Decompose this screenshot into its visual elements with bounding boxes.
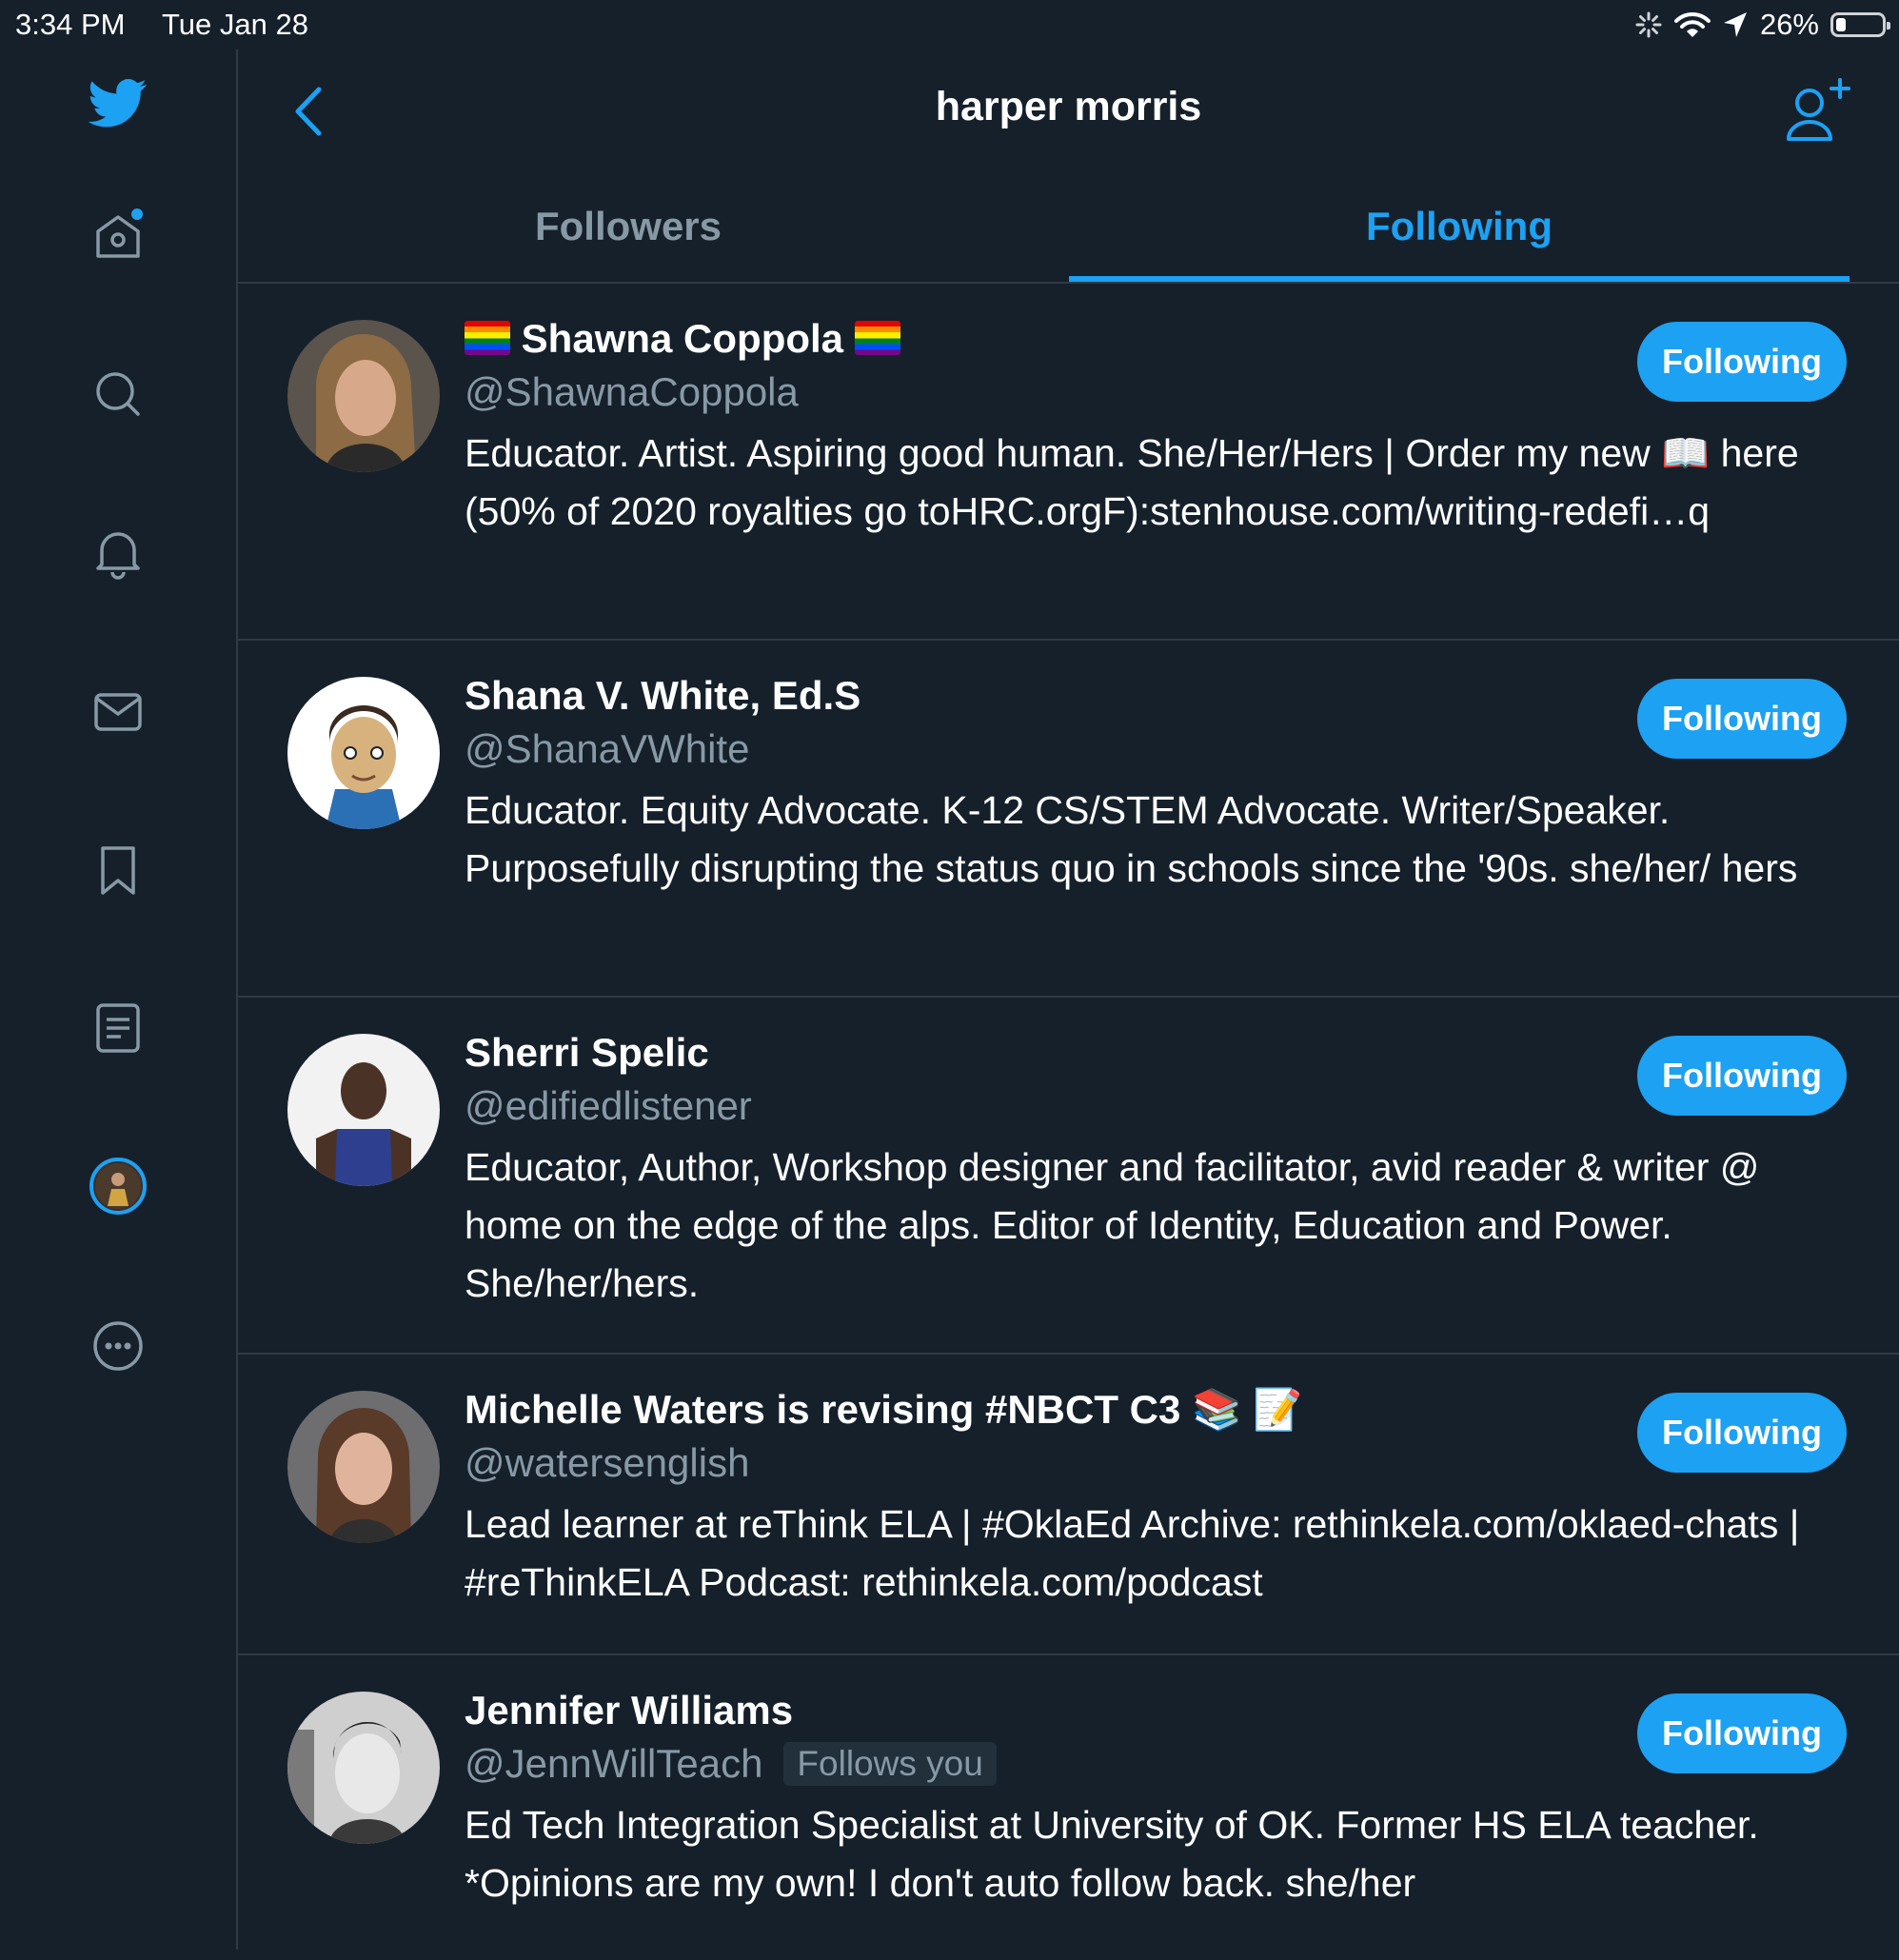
following-list: Shawna Coppola @ShawnaCoppola Educator. …	[238, 284, 1899, 1960]
loading-icon	[1635, 11, 1662, 38]
avatar[interactable]	[287, 1692, 440, 1844]
avatar[interactable]	[287, 1034, 440, 1186]
active-tab-indicator	[1069, 276, 1850, 282]
status-indicators: 26%	[1634, 6, 1890, 44]
add-user-icon[interactable]	[1779, 76, 1855, 152]
following-button[interactable]: Following	[1637, 1693, 1847, 1773]
avatar[interactable]	[287, 677, 440, 829]
messages-icon[interactable]	[84, 678, 152, 746]
user-handle: @ShanaVWhite	[465, 726, 750, 771]
user-handle: @edifiedlistener	[465, 1083, 752, 1128]
list-item[interactable]: Jennifer Williams @JennWillTeach Follows …	[238, 1655, 1899, 1960]
user-bio: Educator. Artist. Aspiring good human. S…	[465, 431, 1799, 533]
tab-following[interactable]: Following	[1069, 171, 1850, 282]
user-name: Jennifer Williams	[465, 1688, 794, 1732]
user-bio: Ed Tech Integration Specialist at Univer…	[465, 1803, 1759, 1905]
user-bio: Educator, Author, Workshop designer and …	[465, 1145, 1760, 1305]
list-item[interactable]: Shawna Coppola @ShawnaCoppola Educator. …	[238, 284, 1899, 641]
user-name: Shawna Coppola	[465, 316, 900, 362]
follows-you-badge: Follows you	[783, 1741, 997, 1786]
avatar[interactable]	[287, 1391, 440, 1543]
tab-bar: Followers Following	[238, 171, 1899, 284]
user-handle-text: @JennWillTeach	[465, 1741, 763, 1786]
profile-avatar[interactable]	[84, 1152, 152, 1220]
sidebar-nav	[0, 49, 238, 1950]
lists-icon[interactable]	[84, 994, 152, 1062]
user-handle: @JennWillTeach Follows you	[465, 1741, 997, 1789]
user-bio: Lead learner at reThink ELA | #OklaEd Ar…	[465, 1502, 1800, 1604]
following-button[interactable]: Following	[1637, 1393, 1847, 1473]
wifi-icon	[1673, 11, 1711, 37]
status-time: 3:34 PM	[15, 8, 126, 41]
search-icon[interactable]	[84, 360, 152, 428]
more-icon[interactable]	[84, 1312, 152, 1380]
home-icon[interactable]	[84, 200, 152, 268]
user-bio: Educator. Equity Advocate. K-12 CS/STEM …	[465, 788, 1798, 890]
user-handle: @ShawnaCoppola	[465, 369, 799, 414]
following-button[interactable]: Following	[1637, 679, 1847, 759]
user-name: Michelle Waters is revising #NBCT C3 📚 📝	[465, 1387, 1303, 1432]
following-button[interactable]: Following	[1637, 1036, 1847, 1116]
list-item[interactable]: Shana V. White, Ed.S @ShanaVWhite Educat…	[238, 641, 1899, 998]
user-name: Sherri Spelic	[465, 1030, 709, 1075]
status-bar: 3:34 PM Tue Jan 28 26%	[0, 0, 1899, 49]
page-title: harper morris	[935, 84, 1202, 129]
bookmarks-icon[interactable]	[84, 836, 152, 904]
twitter-logo-icon[interactable]	[84, 69, 152, 137]
following-button[interactable]: Following	[1637, 322, 1847, 402]
tab-followers[interactable]: Followers	[238, 171, 1019, 282]
status-date: Tue Jan 28	[162, 8, 308, 41]
list-item[interactable]: Michelle Waters is revising #NBCT C3 📚 📝…	[238, 1355, 1899, 1655]
battery-icon	[1830, 12, 1890, 37]
notifications-icon[interactable]	[84, 518, 152, 586]
user-name: Shana V. White, Ed.S	[465, 673, 861, 718]
page-header: harper morris	[238, 49, 1899, 171]
user-name-text: Shawna Coppola	[521, 316, 844, 361]
avatar[interactable]	[287, 320, 440, 472]
list-item[interactable]: Sherri Spelic @edifiedlistener Educator,…	[238, 998, 1899, 1355]
rainbow-flag-icon	[465, 320, 510, 355]
rainbow-flag-icon	[854, 320, 900, 355]
user-handle: @watersenglish	[465, 1440, 750, 1485]
battery-percent: 26%	[1759, 8, 1819, 41]
location-icon	[1723, 12, 1747, 37]
